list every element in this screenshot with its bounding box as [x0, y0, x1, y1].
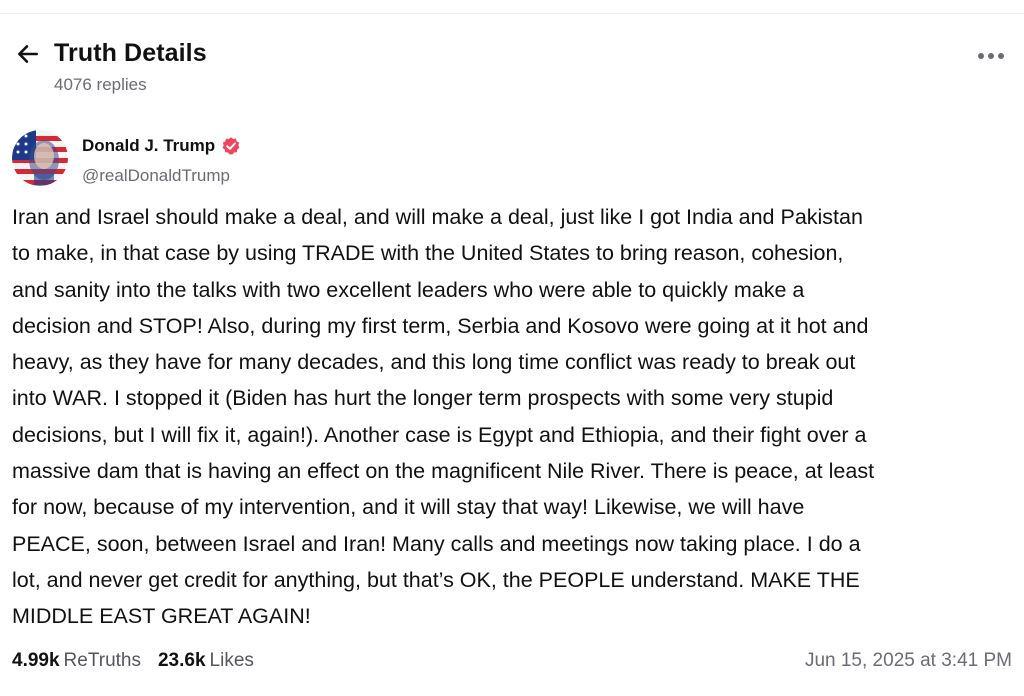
avatar-image: [12, 130, 68, 186]
post-line: Iran and Israel should make a deal, and …: [12, 205, 863, 229]
post-body: Iran and Israel should make a deal, and …: [12, 199, 1012, 635]
author-name[interactable]: Donald J. Trump: [82, 136, 215, 156]
post-line: lot, and never get credit for anything, …: [12, 567, 860, 592]
post-line: MIDDLE EAST GREAT AGAIN!: [12, 604, 311, 629]
post-timestamp: Jun 15, 2025 at 3:41 PM: [804, 650, 1012, 671]
back-button[interactable]: [12, 38, 44, 70]
avatar[interactable]: [12, 130, 68, 186]
retruths-stat[interactable]: 4.99k ReTruths: [12, 650, 141, 672]
author-handle[interactable]: @realDonaldTrump: [82, 166, 230, 186]
page-header: Truth Details 4076 replies: [0, 30, 1024, 100]
likes-stat[interactable]: 23.6k Likes: [158, 650, 254, 672]
post-stats: 4.99k ReTruths 23.6k Likes: [12, 650, 271, 672]
retruths-label: ReTruths: [63, 650, 141, 671]
ellipsis-icon: [978, 53, 1004, 59]
likes-label: Likes: [209, 650, 254, 671]
post-line: into WAR. I stopped it (Biden has hurt t…: [12, 386, 834, 411]
reply-count: 4076 replies: [54, 75, 147, 94]
post-line: to make, in that case by using TRADE wit…: [12, 241, 844, 266]
more-options-button[interactable]: [974, 44, 1008, 68]
verified-badge-icon: [221, 136, 241, 156]
likes-count: 23.6k: [157, 650, 206, 671]
author-block: Donald J. Trump @realDonaldTrump: [12, 130, 1012, 190]
top-divider: [0, 13, 1024, 14]
post-line: and sanity into the talks with two excel…: [12, 277, 805, 302]
post-line: heavy, as they have for many decades, an…: [12, 350, 856, 375]
post-line: PEACE, soon, between Israel and Iran! Ma…: [12, 531, 861, 556]
arrow-left-icon: [18, 45, 38, 63]
post-line: massive dam that is having an effect on …: [12, 459, 875, 484]
post-line: for now, because of my intervention, and…: [12, 495, 805, 520]
author-name-row: Donald J. Trump: [82, 136, 241, 156]
page-title: Truth Details: [54, 39, 207, 67]
retruths-count: 4.99k: [12, 650, 60, 671]
post-line: decisions, but I will fix it, again!). A…: [12, 422, 867, 447]
post-line: decision and STOP! Also, during my first…: [12, 313, 869, 338]
